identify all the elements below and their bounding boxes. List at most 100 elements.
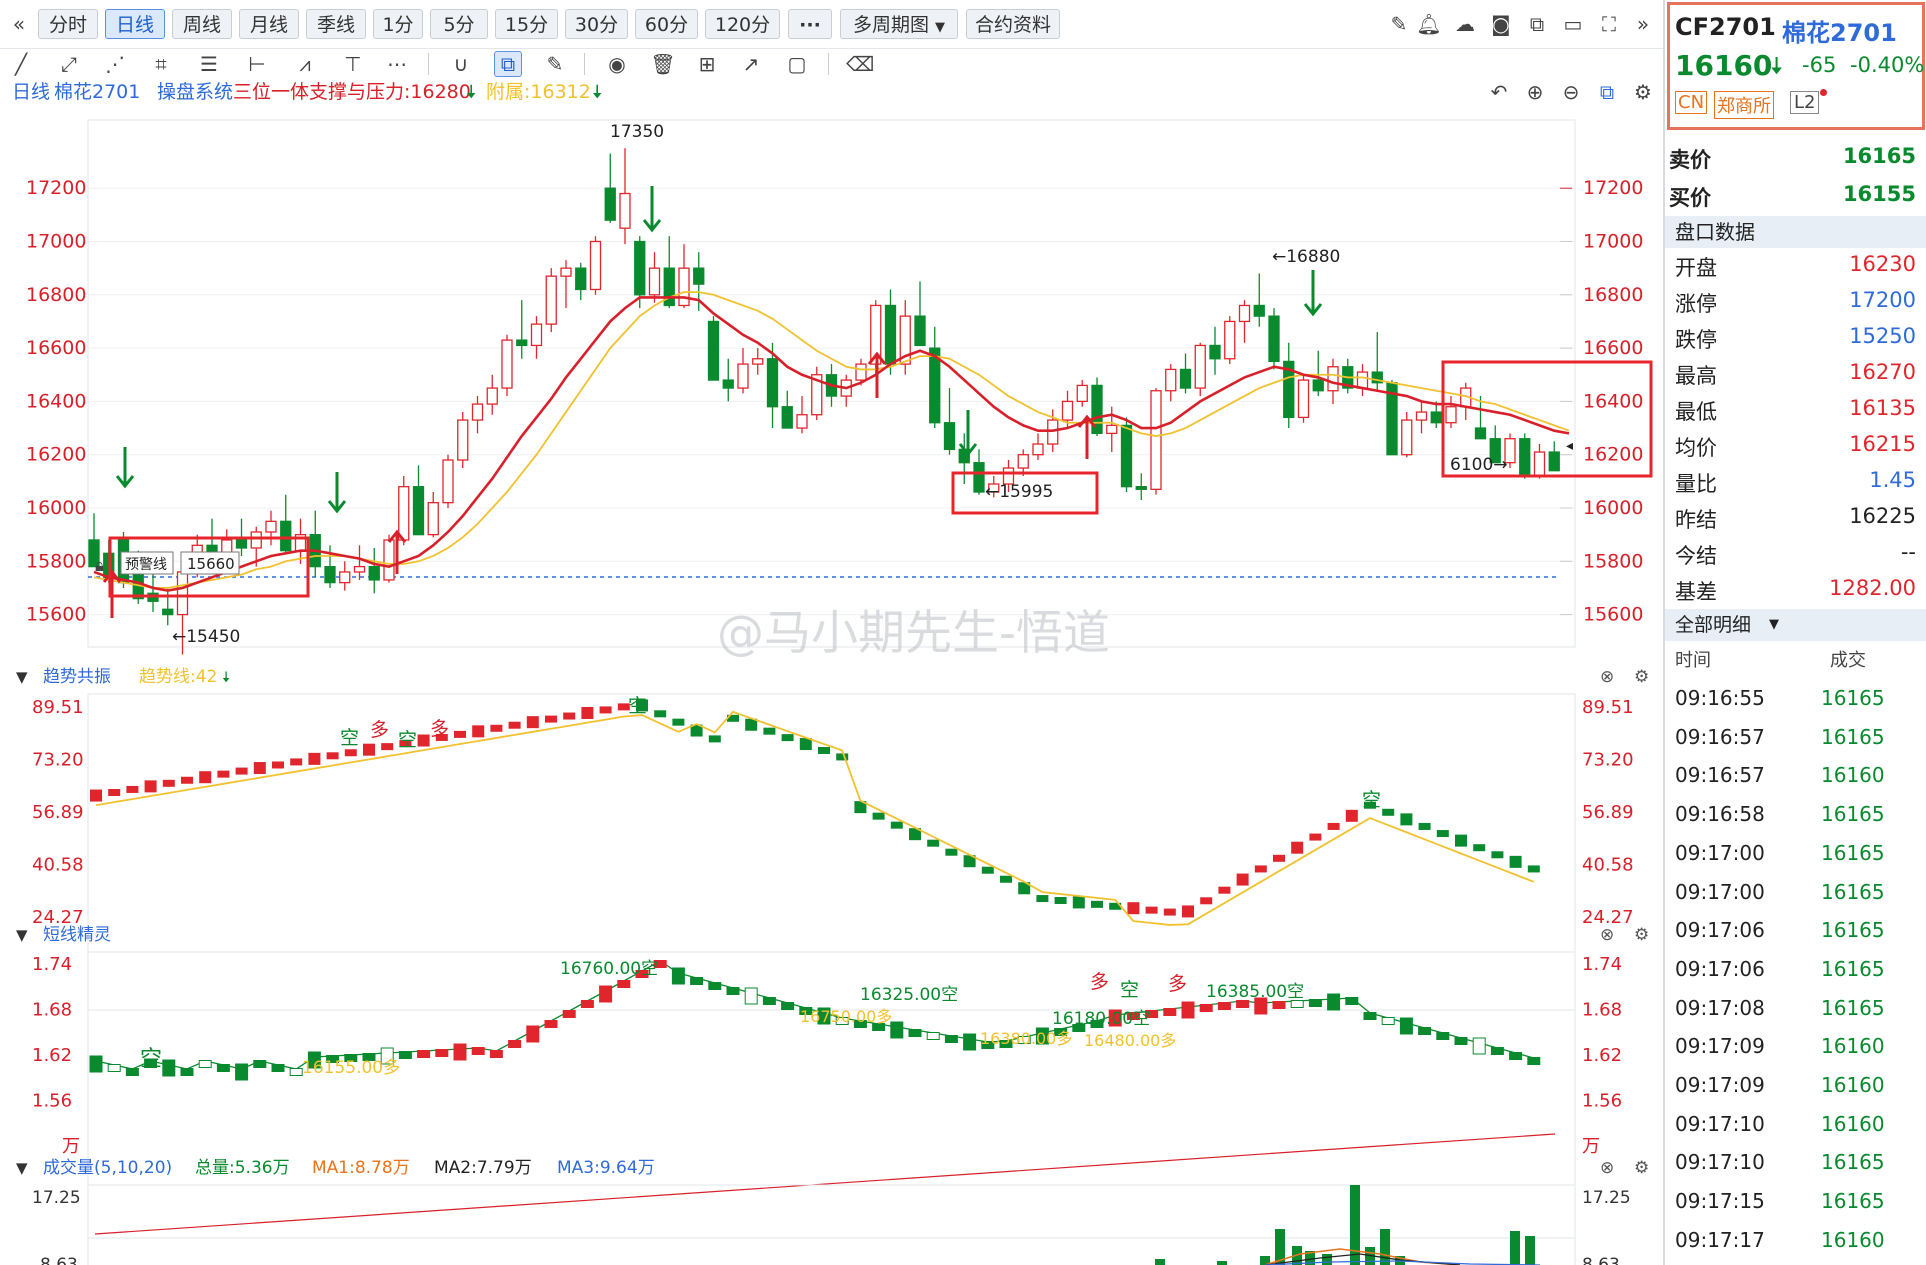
trend-bar (1127, 902, 1140, 915)
period-button-15m[interactable]: 15分 (495, 9, 558, 39)
candle-body (575, 267, 587, 291)
volume-bar (1510, 1231, 1520, 1265)
pattern-tool-icon[interactable]: ⋰ (102, 52, 128, 76)
camera-icon[interactable]: ◙ (1488, 12, 1514, 36)
panel-settings-icon[interactable]: ⚙ (1634, 667, 1649, 687)
settings-gear-icon[interactable]: ⚙ (1630, 80, 1656, 104)
period-button-weekly[interactable]: 周线 (172, 9, 232, 39)
trend-bar (1327, 822, 1340, 830)
collapse-right-icon[interactable]: » (1630, 12, 1656, 36)
period-button-5m[interactable]: 5分 (430, 9, 488, 39)
trash-icon[interactable]: 🗑︎ (650, 52, 676, 76)
fullscreen-icon[interactable]: ⛶ (1596, 12, 1622, 36)
undo-icon[interactable]: ↶ (1486, 80, 1512, 104)
collapse-triangle-icon[interactable]: ▼ (16, 926, 28, 944)
short-bar (944, 1035, 958, 1043)
trade-time: 09:16:57 (1675, 724, 1765, 749)
market-data-row: 最低 16135 (1665, 396, 1926, 428)
high-annotation: 17350 (610, 122, 664, 142)
cloud-icon[interactable]: ☁ (1452, 12, 1478, 36)
period-button-60m[interactable]: 60分 (635, 9, 698, 39)
market-data-header[interactable]: 盘口数据 (1665, 216, 1926, 248)
period-button-daily[interactable]: 日线 (105, 9, 165, 39)
collapse-triangle-icon[interactable]: ▼ (16, 668, 28, 686)
panel-settings-icon[interactable]: ⚙ (1634, 925, 1649, 945)
grid-icon[interactable]: ⊞ (694, 52, 720, 76)
short-bar (1527, 1057, 1541, 1065)
pencil-icon[interactable]: ✎ (1386, 12, 1412, 36)
close-panel-icon[interactable]: ⊗ (1600, 925, 1614, 945)
close-panel-icon[interactable]: ⊗ (1600, 667, 1614, 687)
comment-icon[interactable]: ▢ (784, 52, 810, 76)
trend-bars (90, 699, 1540, 918)
candle-body (604, 187, 616, 221)
trade-time: 09:17:06 (1675, 956, 1765, 981)
collapse-left-icon[interactable]: « (6, 12, 32, 36)
trade-price: 16160 (1821, 763, 1885, 788)
tag-l2[interactable]: L2 (1790, 91, 1820, 114)
trade-row: 09:17:00 16165 (1665, 880, 1926, 912)
measure-tool-icon[interactable]: ⊤ (340, 52, 366, 76)
short-axis: 1.74 1.74 1.68 1.68 1.62 1.62 1.56 1.56 万 万 (32, 954, 1622, 1157)
more-tools-icon[interactable]: ⋯ (384, 52, 410, 76)
eye-icon[interactable]: ◉ (604, 52, 630, 76)
price-tick-left: 17200 (26, 177, 86, 199)
market-data-row: 开盘 16230 (1665, 252, 1926, 284)
market-data-row: 昨结 16225 (1665, 504, 1926, 536)
range-tool-icon[interactable]: ⊢ (244, 52, 270, 76)
panel-settings-icon[interactable]: ⚙ (1634, 1158, 1649, 1178)
contract-info-button[interactable]: 合约资料 (966, 9, 1060, 39)
trend-signal-label: 多 (1090, 971, 1109, 993)
divider (584, 53, 585, 75)
magnet-icon[interactable]: ∪ (448, 52, 474, 76)
period-button-fenshi[interactable]: 分时 (38, 9, 98, 39)
short-panel-title: 短线精灵 (43, 925, 111, 945)
candle-body (1519, 438, 1531, 477)
multi-period-dropdown[interactable]: 多周期图 ▼ (840, 9, 958, 39)
fib-tool-icon[interactable]: ☰ (196, 52, 222, 76)
market-data-value: 15250 (1849, 324, 1916, 348)
chart-area[interactable]: 17200 17000 16800 16600 16400 16200 16000 15800… (0, 104, 1663, 1265)
copy-window-icon[interactable]: ⧉ (1524, 12, 1550, 36)
short-bar (417, 1050, 431, 1058)
trend-signal-label: 空 (1120, 979, 1139, 1001)
close-panel-icon[interactable]: ⊗ (1600, 1158, 1614, 1178)
tag-cn: CN (1675, 91, 1708, 114)
fan-tool-icon[interactable]: ⩘ (292, 52, 318, 76)
candle-body (678, 267, 690, 307)
eraser-icon[interactable]: ⌫ (846, 52, 874, 76)
volume-tick-left: 8.63 (40, 1255, 78, 1265)
segment-tool-icon[interactable]: ⤢ (56, 52, 82, 76)
collapse-triangle-icon[interactable]: ▼ (16, 1159, 28, 1177)
more-periods-button[interactable]: ··· (788, 9, 832, 39)
short-signal-label: 16155.00多 (302, 1058, 400, 1078)
zoom-in-icon[interactable]: ⊕ (1522, 80, 1548, 104)
layout-icon[interactable]: ⧉ (1594, 80, 1620, 104)
volume-bar (1350, 1185, 1360, 1265)
period-button-30m[interactable]: 30分 (565, 9, 628, 39)
period-button-1m[interactable]: 1分 (373, 9, 423, 39)
short-bar (1272, 1001, 1286, 1009)
period-button-quarterly[interactable]: 季线 (306, 9, 366, 39)
overlay-icon[interactable]: ⧉ (494, 51, 522, 77)
volume-total: 总量:5.36万 (195, 1158, 290, 1178)
trade-price: 16160 (1821, 1227, 1885, 1252)
short-bar (1436, 1032, 1450, 1040)
trade-price: 16165 (1821, 724, 1885, 749)
line-tool-icon[interactable]: ╱ (8, 52, 34, 76)
trade-row: 09:16:58 16165 (1665, 802, 1926, 834)
brush-icon[interactable]: ✎ (542, 52, 568, 76)
period-button-120m[interactable]: 120分 (705, 9, 780, 39)
trade-time: 09:16:55 (1675, 686, 1765, 710)
short-tick-right: 1.56 (1582, 1091, 1622, 1112)
bell-icon[interactable]: 🔔︎ (1416, 12, 1442, 36)
trade-price: 16165 (1821, 1150, 1885, 1175)
trade-detail-header[interactable]: 全部明细 ▼ (1665, 609, 1926, 641)
period-button-monthly[interactable]: 月线 (239, 9, 299, 39)
warning-line-label[interactable]: 🔒︎ 预警线 15660 (95, 551, 240, 576)
zoom-out-icon[interactable]: ⊖ (1558, 80, 1584, 104)
rect-tool-icon[interactable]: ⌗ (148, 52, 174, 76)
export-icon[interactable]: ↗ (738, 52, 764, 76)
short-bar (562, 1010, 576, 1018)
monitor-icon[interactable]: ▭ (1560, 12, 1586, 36)
